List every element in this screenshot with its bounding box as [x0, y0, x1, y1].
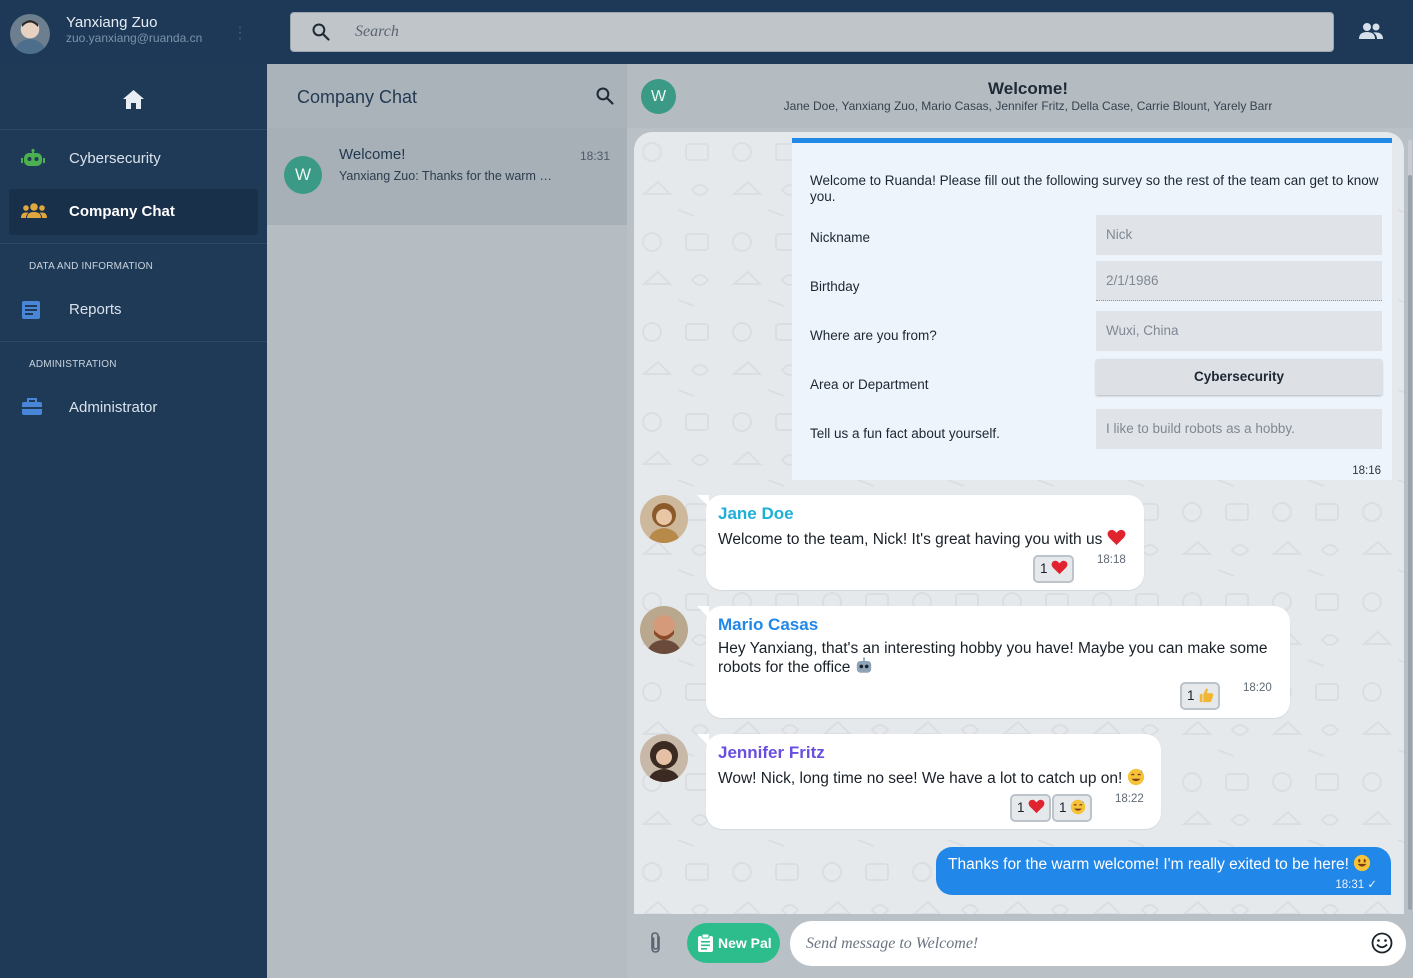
- attach-icon[interactable]: [647, 931, 665, 960]
- message-sender: Jane Doe: [718, 504, 794, 523]
- group-icon: [21, 202, 47, 225]
- composer: New Pal: [627, 914, 1413, 978]
- message-sender: Jennifer Fritz: [718, 743, 825, 762]
- section-heading-data: DATA AND INFORMATION: [29, 261, 154, 272]
- survey-question-nickname: Nickname: [810, 230, 871, 245]
- conversation-list-title: Company Chat: [297, 87, 418, 107]
- avatar-mario-casas[interactable]: [640, 606, 688, 654]
- message-time: 18:18: [1097, 554, 1126, 566]
- message-input-container[interactable]: [790, 921, 1406, 966]
- conversation-list: Company Chat W Welcome! 18:31 Yanxiang Z…: [267, 64, 627, 978]
- reaction-heart[interactable]: 1: [1010, 794, 1052, 822]
- message-jane-doe[interactable]: Jane Doe Welcome to the team, Nick! It's…: [697, 495, 1144, 590]
- sent-check-icon: ✓: [1367, 879, 1377, 891]
- sidebar-item-cybersecurity[interactable]: Cybersecurity: [9, 136, 258, 182]
- message-area[interactable]: Welcome to Ruanda! Please fill out the f…: [634, 132, 1404, 914]
- message-text: Thanks for the warm welcome! I'm really …: [948, 854, 1371, 874]
- heart-emoji-icon: [1028, 800, 1045, 814]
- more-options-icon[interactable]: ⋮: [232, 26, 248, 42]
- search-icon: [311, 22, 331, 47]
- avatar-jane-doe[interactable]: [640, 495, 688, 543]
- home-icon: [123, 90, 144, 114]
- toolbox-icon: [21, 398, 43, 421]
- survey-card: Welcome to Ruanda! Please fill out the f…: [792, 138, 1392, 480]
- message-text: Welcome to the team, Nick! It's great ha…: [718, 529, 1126, 548]
- user-avatar[interactable]: [10, 14, 50, 54]
- section-heading-admin: ADMINISTRATION: [29, 359, 117, 370]
- divider: [0, 341, 267, 342]
- message-time: 18:22: [1115, 793, 1144, 805]
- chat-members[interactable]: Jane Doe, Yanxiang Zuo, Mario Casas, Jen…: [727, 99, 1329, 113]
- user-profile[interactable]: Yanxiang Zuo zuo.yanxiang@ruanda.cn ⋮: [10, 14, 266, 56]
- user-name: Yanxiang Zuo: [66, 14, 158, 31]
- conversation-preview: Yanxiang Zuo: Thanks for the warm welcom…: [339, 169, 559, 183]
- origin-field[interactable]: Wuxi, China: [1096, 311, 1382, 351]
- heart-emoji-icon: [1107, 529, 1126, 546]
- robot-icon: [21, 148, 45, 174]
- sidebar-item-company-chat[interactable]: Company Chat: [9, 189, 258, 235]
- chat-avatar[interactable]: W: [641, 79, 676, 114]
- user-email: zuo.yanxiang@ruanda.cn: [66, 31, 203, 45]
- message-mario-casas[interactable]: Mario Casas Hey Yanxiang, that's an inte…: [697, 606, 1290, 718]
- reaction-thumbs-up[interactable]: 1: [1180, 682, 1221, 710]
- nickname-field[interactable]: Nick: [1096, 215, 1382, 255]
- thumbs-up-emoji-icon: [1200, 688, 1214, 703]
- chat-pane: W Welcome! Jane Doe, Yanxiang Zuo, Mario…: [627, 64, 1413, 978]
- sidebar-item-label: Administrator: [69, 399, 158, 416]
- survey-question-birthday: Birthday: [810, 279, 860, 294]
- message-jennifer-fritz[interactable]: Jennifer Fritz Wow! Nick, long time no s…: [697, 734, 1161, 829]
- divider: [0, 243, 267, 244]
- avatar-jennifer-fritz[interactable]: [640, 734, 688, 782]
- new-pal-button[interactable]: New Pal: [687, 923, 780, 963]
- reaction-heart[interactable]: 1: [1033, 555, 1075, 583]
- message-input[interactable]: [806, 921, 1366, 966]
- conversation-avatar: W: [284, 156, 322, 194]
- reaction-sweat-smile[interactable]: 1: [1052, 794, 1093, 822]
- emoji-picker-icon[interactable]: [1371, 932, 1393, 959]
- sidebar-item-label: Reports: [69, 301, 122, 318]
- search-icon[interactable]: [595, 86, 615, 111]
- search-input[interactable]: [355, 13, 1315, 51]
- fun-fact-field[interactable]: I like to build robots as a hobby.: [1096, 409, 1382, 449]
- survey-question-origin: Where are you from?: [810, 328, 937, 343]
- new-pal-label: New Pal: [718, 935, 772, 951]
- sweat-smile-emoji-icon: [1071, 799, 1086, 815]
- message-text: Wow! Nick, long time no see! We have a l…: [718, 768, 1145, 787]
- message-text: Hey Yanxiang, that's an interesting hobb…: [718, 640, 1268, 676]
- sidebar-item-administrator[interactable]: Administrator: [9, 385, 258, 431]
- message-sender: Mario Casas: [718, 615, 819, 634]
- conversation-time: 18:31: [579, 149, 610, 163]
- message-time: 18:20: [1243, 682, 1272, 694]
- clipboard-icon: [698, 933, 713, 955]
- message-own[interactable]: Thanks for the warm welcome! I'm really …: [936, 847, 1391, 895]
- conversation-title: Welcome!: [339, 146, 406, 163]
- robot-emoji-icon: [856, 657, 871, 673]
- smile-emoji-icon: [1354, 854, 1371, 872]
- sidebar-item-reports[interactable]: Reports: [9, 287, 258, 333]
- home-button[interactable]: [0, 64, 267, 130]
- search-bar[interactable]: [290, 12, 1334, 52]
- sidebar-item-label: Cybersecurity: [69, 150, 161, 167]
- sidebar: Cybersecurity Company Chat DATA AND INFO…: [0, 64, 267, 978]
- sweat-smile-emoji-icon: [1127, 768, 1144, 786]
- document-icon: [21, 300, 41, 325]
- survey-question-department: Area or Department: [810, 377, 929, 392]
- contacts-icon[interactable]: [1358, 22, 1384, 47]
- conversation-list-header: Company Chat: [267, 64, 627, 128]
- survey-time: 18:16: [1352, 465, 1381, 477]
- message-time: 18:31 ✓: [1335, 879, 1377, 891]
- chat-header: W Welcome! Jane Doe, Yanxiang Zuo, Mario…: [627, 64, 1413, 128]
- heart-emoji-icon: [1051, 561, 1068, 575]
- conversation-item-welcome[interactable]: W Welcome! 18:31 Yanxiang Zuo: Thanks fo…: [267, 128, 627, 225]
- sidebar-item-label: Company Chat: [69, 203, 175, 220]
- scrollbar-thumb[interactable]: [1408, 175, 1412, 910]
- survey-intro: Welcome to Ruanda! Please fill out the f…: [810, 173, 1379, 204]
- chat-title: Welcome!: [988, 79, 1068, 98]
- top-bar: Yanxiang Zuo zuo.yanxiang@ruanda.cn ⋮: [0, 0, 1413, 64]
- survey-question-fun-fact: Tell us a fun fact about yourself.: [810, 426, 1000, 441]
- department-button[interactable]: Cybersecurity: [1096, 359, 1382, 395]
- birthday-field[interactable]: 2/1/1986: [1096, 261, 1382, 301]
